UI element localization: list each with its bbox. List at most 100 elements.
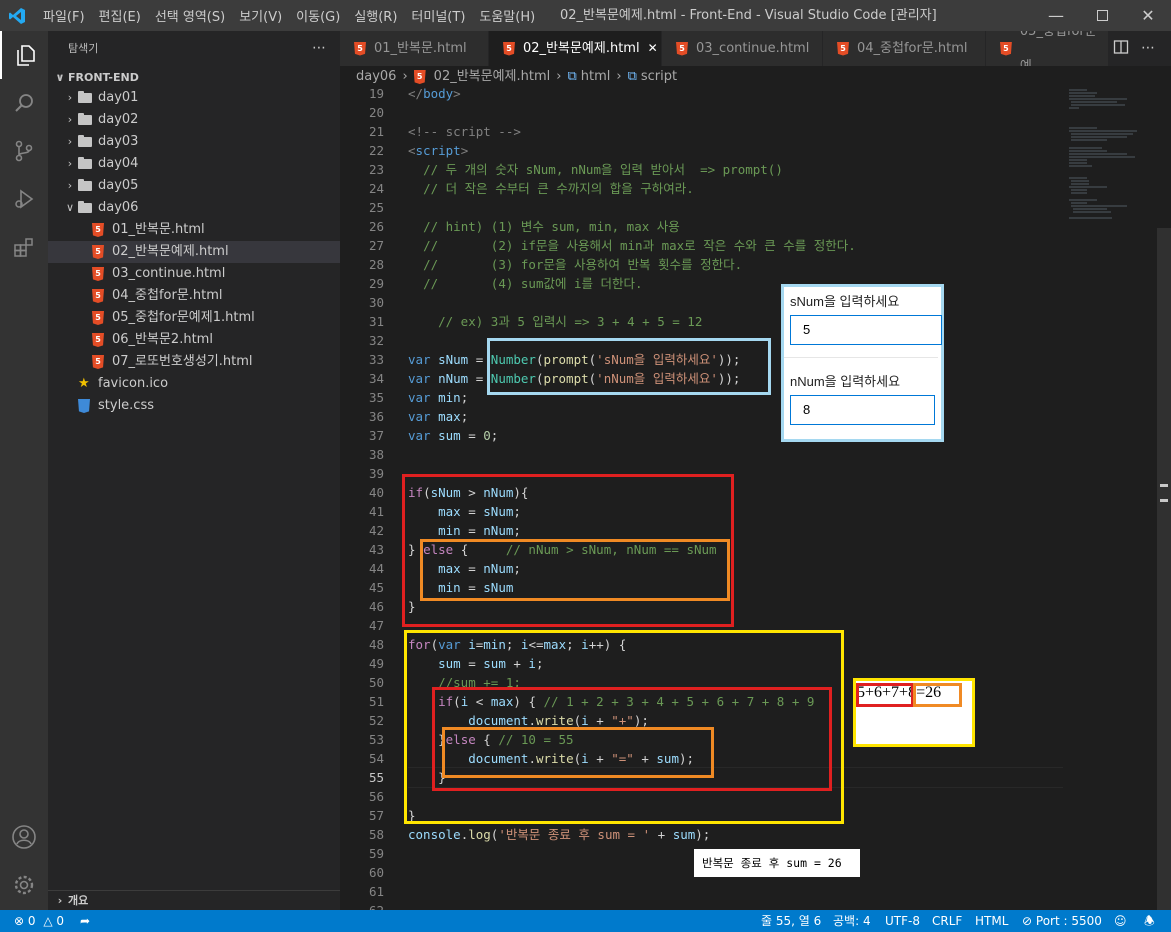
file-item[interactable]: 5 04_중첩for문.html (48, 285, 340, 307)
code-editor[interactable]: 19 20 21 22 23 24 25 26 27 28 29 30 31 32 33 34 35 36 37 38… (340, 88, 1171, 910)
line-number: 29 (368, 276, 384, 291)
line-number: 51 (368, 694, 384, 709)
tab-04[interactable]: 5 04_중첩for문.html (823, 31, 986, 66)
feedback-icon[interactable]: ☺ (1114, 910, 1127, 932)
minimize-button[interactable]: — (1033, 0, 1079, 31)
outline-section[interactable]: › 개요 (48, 890, 340, 911)
code-line[interactable]: </body> (408, 88, 461, 103)
file-item[interactable]: ★ favicon.ico (48, 373, 340, 395)
code-line[interactable]: var sum = 0; (408, 426, 498, 445)
more-actions-icon[interactable]: ⋯ (312, 31, 326, 66)
code-line[interactable]: <script> (408, 141, 468, 160)
folder-day03[interactable]: › day03 (48, 131, 340, 153)
more-actions-icon[interactable]: ⋯ (1141, 31, 1155, 66)
vertical-scrollbar[interactable] (1157, 228, 1171, 910)
scroll-thumb-marker[interactable] (1157, 480, 1171, 502)
code-line[interactable]: <!-- script --> (408, 122, 521, 141)
menu-help[interactable]: 도움말(H) (472, 6, 542, 25)
file-item[interactable]: 5 07_로또번호생성기.html (48, 351, 340, 373)
end-of-line[interactable]: CRLF (932, 910, 962, 932)
notifications-icon[interactable]: 🕭 (1144, 910, 1155, 932)
code-line[interactable]: var min; (408, 388, 468, 407)
code-line[interactable]: // (3) for문을 사용하여 반복 횟수를 정한다. (408, 255, 742, 274)
minimize-icon: — (1048, 6, 1064, 25)
file-item-selected[interactable]: 5 02_반복문예제.html (48, 241, 340, 263)
source-control-button[interactable] (0, 127, 48, 175)
live-share-icon[interactable]: ➦ (80, 910, 90, 932)
code-line[interactable]: // (4) sum값에 i를 더한다. (408, 274, 643, 293)
folder-day04[interactable]: › day04 (48, 153, 340, 175)
menu-go[interactable]: 이동(G) (289, 6, 347, 25)
breadcrumb-html[interactable]: html (581, 66, 611, 88)
code-line[interactable]: console.log('반복문 종료 후 sum = ' + sum); (408, 825, 710, 844)
tab-label: 03_continue.html (696, 41, 810, 56)
code-line[interactable]: // hint) (1) 변수 sum, min, max 사용 (408, 217, 680, 236)
file-item[interactable]: style.css (48, 395, 340, 417)
menu-selection[interactable]: 선택 영역(S) (148, 6, 232, 25)
breadcrumb-folder[interactable]: day06 (356, 66, 396, 88)
live-server-port[interactable]: ⊘ Port : 5500 (1022, 910, 1102, 932)
line-number: 25 (368, 200, 384, 215)
split-editor-icon[interactable] (1113, 39, 1131, 57)
search-button[interactable] (0, 79, 48, 127)
language-mode[interactable]: HTML (975, 910, 1008, 932)
menu-terminal[interactable]: 터미널(T) (404, 6, 472, 25)
settings-button[interactable] (0, 861, 48, 909)
close-tab-icon[interactable]: ✕ (648, 31, 658, 66)
menu-run[interactable]: 실행(R) (347, 6, 404, 25)
file-item[interactable]: 5 06_반복문2.html (48, 329, 340, 351)
tab-01[interactable]: 5 01_반복문.html (340, 31, 489, 66)
maximize-button[interactable] (1079, 0, 1125, 31)
file-label: style.css (98, 398, 154, 413)
prompt1-input[interactable]: 5 (790, 315, 942, 345)
breadcrumb-script[interactable]: script (641, 66, 677, 88)
tab-05[interactable]: 5 05_중첩for문예 (986, 31, 1109, 66)
code-line[interactable]: var max; (408, 407, 468, 426)
folder-day01[interactable]: › day01 (48, 87, 340, 109)
line-number: 44 (368, 561, 384, 576)
html-file-icon: 5 (92, 289, 104, 303)
encoding[interactable]: UTF-8 (885, 910, 920, 932)
line-number: 41 (368, 504, 384, 519)
tab-03[interactable]: 5 03_continue.html (662, 31, 823, 66)
close-window-button[interactable]: ✕ (1125, 0, 1171, 31)
divider (784, 357, 938, 358)
problems-indicator[interactable]: ⊗ 0 △ 0 (14, 910, 64, 932)
file-item[interactable]: 5 03_continue.html (48, 263, 340, 285)
run-debug-button[interactable] (0, 175, 48, 223)
workspace-root-label: FRONT-END (68, 71, 139, 84)
extensions-button[interactable] (0, 223, 48, 271)
folder-day02[interactable]: › day02 (48, 109, 340, 131)
minimap[interactable] (1067, 88, 1157, 228)
explorer-sidebar: 탐색기 ⋯ ∨ FRONT-END › day01 › day02 › day03 ›… (48, 31, 340, 910)
cursor-position[interactable]: 줄 55, 열 6 (761, 910, 821, 932)
file-item[interactable]: 5 01_반복문.html (48, 219, 340, 241)
chevron-down-icon: ∨ (55, 71, 65, 84)
breadcrumb-file[interactable]: 02_반복문예제.html (434, 66, 551, 88)
folder-icon (78, 179, 92, 191)
star-icon: ★ (78, 376, 90, 391)
explorer-button[interactable] (0, 31, 50, 79)
line-number: 49 (368, 656, 384, 671)
menu-edit[interactable]: 편집(E) (92, 6, 148, 25)
line-number: 19 (368, 88, 384, 101)
menu-file[interactable]: 파일(F) (36, 6, 92, 25)
file-item[interactable]: 5 05_중첩for문예제1.html (48, 307, 340, 329)
code-line[interactable]: // (2) if문을 사용해서 min과 max로 작은 수와 큰 수를 정한… (408, 236, 856, 255)
indentation[interactable]: 공백: 4 (833, 910, 871, 932)
folder-day06[interactable]: ∨ day06 (48, 197, 340, 219)
menu-view[interactable]: 보기(V) (232, 6, 289, 25)
prompt2-input[interactable]: 8 (790, 395, 935, 425)
code-line[interactable]: // 더 작은 수부터 큰 수까지의 합을 구하여라. (408, 179, 694, 198)
workspace-root[interactable]: ∨ FRONT-END (48, 67, 340, 89)
code-line[interactable]: // ex) 3과 5 입력시 => 3 + 4 + 5 = 12 (408, 312, 702, 331)
tab-label: 01_반복문.html (374, 41, 467, 56)
folder-day05[interactable]: › day05 (48, 175, 340, 197)
output-equals-annotation-box (913, 683, 962, 707)
file-label: 01_반복문.html (112, 222, 205, 237)
line-number: 38 (368, 447, 384, 462)
tab-02-active[interactable]: 5 02_반복문예제.html ✕ (489, 31, 662, 66)
folder-label: day02 (98, 112, 139, 127)
accounts-button[interactable] (0, 813, 48, 861)
code-line[interactable]: // 두 개의 숫자 sNum, nNum을 입력 받아서 => prompt(… (408, 160, 783, 179)
